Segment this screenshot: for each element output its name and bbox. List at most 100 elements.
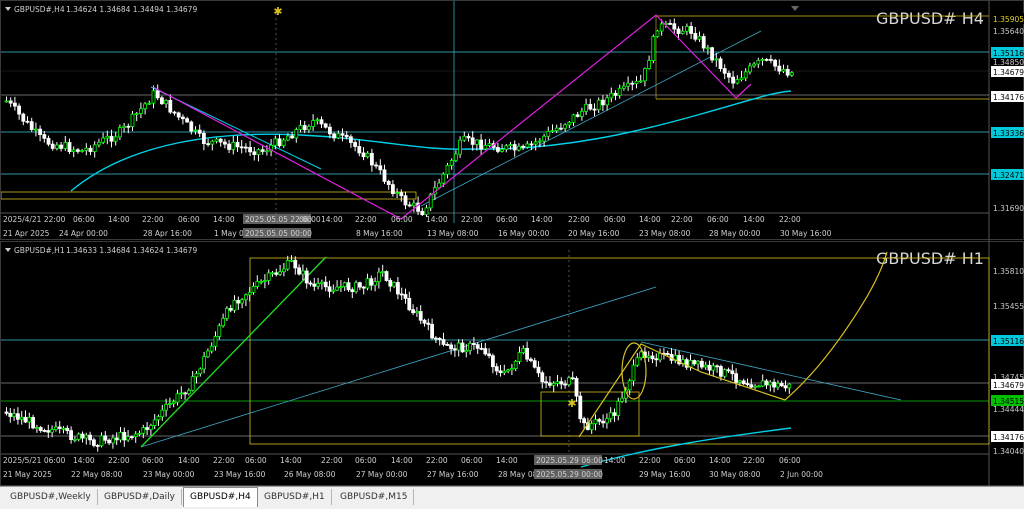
h4-candle: [256, 149, 261, 155]
tab-h1[interactable]: GBPUSD#,H1: [258, 489, 332, 505]
h4-candle: [378, 165, 383, 171]
h4-candle: [769, 59, 773, 61]
h1-candle: [498, 370, 503, 374]
h4-candle: [529, 143, 534, 146]
h1-candle: [346, 282, 351, 291]
h4-candle: [143, 103, 148, 110]
h1-candle: [141, 427, 146, 434]
h1-candle: [399, 293, 404, 296]
h1-candle: [205, 350, 210, 358]
h4-time-label-bottom: 21 Apr 2025: [3, 229, 50, 238]
h4-candle: [470, 137, 475, 145]
h4-time-label-top: 06:00: [73, 215, 95, 224]
h1-candle: [103, 435, 108, 441]
h1-candle: [167, 403, 172, 406]
h1-candle: [388, 280, 393, 287]
h1-candle: [129, 436, 134, 439]
h1-candle: [433, 337, 438, 340]
h4-candle: [168, 100, 173, 113]
h1-candle: [243, 294, 248, 301]
h1-time-label-bottom: 30 May 08:00: [709, 470, 761, 479]
h1-candle: [738, 380, 742, 383]
h1-candle: [509, 368, 514, 371]
h1-candle: [722, 369, 727, 377]
h1-candle: [319, 281, 324, 284]
h4-candle: [672, 23, 677, 30]
h1-candle: [221, 317, 226, 327]
h4-candle: [462, 135, 467, 141]
h1-candle: [308, 282, 313, 285]
h1-candle: [190, 376, 195, 391]
h1-candle: [783, 385, 788, 389]
h4-shift-marker-icon: [791, 6, 799, 11]
tab-weekly[interactable]: GBPUSD#,Weekly: [4, 489, 98, 505]
h1-candle: [84, 434, 89, 439]
h1-candle: [757, 385, 761, 388]
h4-candle: [281, 139, 286, 147]
h1-candle: [502, 370, 507, 374]
h1-chart-pane[interactable]: GBPUSD#,H1 1.34633 1.34684 1.34624 1.3467…: [0, 241, 1024, 487]
h1-candle: [27, 417, 32, 423]
h1-price-label: 1.34679: [993, 381, 1024, 390]
h1-time-label-top: 14:00: [709, 456, 731, 465]
h1-candle: [403, 294, 408, 299]
h4-candle: [4, 100, 9, 103]
h1-candle: [35, 427, 39, 429]
h4-chart-pane[interactable]: GBPUSD#,H4 1.34624 1.34684 1.34494 1.3467…: [0, 0, 1024, 241]
h1-candle: [42, 430, 47, 432]
h1-candle: [464, 350, 469, 353]
h4-candle: [399, 192, 404, 197]
h4-menu-icon: [5, 7, 11, 11]
h1-candle: [228, 308, 233, 311]
h1-candle: [285, 260, 290, 270]
tab-m15[interactable]: GBPUSD#,M15: [334, 489, 415, 505]
h4-candle: [445, 164, 450, 175]
h1-candle: [369, 278, 374, 286]
h1-time-label-bottom: 27 May 00:00: [356, 470, 408, 479]
h1-time-label-bottom: 21 May 2025: [3, 470, 52, 479]
h4-candle: [365, 152, 370, 158]
h4-candle: [390, 184, 395, 195]
h1-price-label: 1.35810: [993, 267, 1024, 276]
h4-chart-canvas[interactable]: GBPUSD#,H4 1.34624 1.34684 1.34494 1.3467…: [1, 1, 1024, 241]
h1-candle: [605, 418, 609, 424]
h4-candle: [554, 127, 559, 132]
h4-candle: [180, 116, 185, 120]
h1-candle: [608, 412, 613, 420]
h4-candle: [542, 135, 546, 142]
h1-candle: [764, 380, 769, 386]
h4-candle: [764, 58, 769, 61]
h4-candle: [260, 149, 265, 152]
h4-candle: [668, 22, 672, 25]
h1-chart-canvas[interactable]: GBPUSD#,H1 1.34633 1.34684 1.34624 1.3467…: [1, 242, 1024, 487]
h4-candle: [680, 30, 685, 34]
h4-candle: [634, 81, 639, 84]
h4-candle: [638, 80, 643, 83]
h4-candle: [382, 169, 387, 182]
h1-candle: [719, 366, 723, 377]
h4-candle: [231, 141, 236, 150]
h1-time-label-top: 22:00: [321, 456, 343, 465]
h1-time-label-top: 22:00: [639, 456, 661, 465]
h4-candle: [97, 141, 101, 146]
tab-h4[interactable]: GBPUSD#,H4: [183, 487, 258, 507]
h4-candle: [487, 143, 492, 146]
h1-candle: [411, 309, 416, 314]
tab-daily[interactable]: GBPUSD#,Daily: [98, 489, 182, 505]
h1-candle: [247, 291, 252, 296]
h1-candle: [597, 419, 602, 422]
h4-time-label-top: 22:00: [355, 215, 377, 224]
h1-candle: [445, 344, 450, 346]
h4-price-label: 1.31690: [993, 204, 1024, 213]
h4-candle: [138, 108, 143, 114]
h1-time-label-bottom: 26 May 08:00: [284, 470, 336, 479]
h4-candle: [101, 137, 105, 143]
h4-candle: [689, 26, 693, 34]
h1-candle: [350, 289, 355, 293]
h4-candle: [785, 69, 790, 76]
h1-candle: [513, 360, 518, 369]
h4-candle: [739, 77, 744, 81]
h4-price-label: 1.34850: [993, 58, 1024, 67]
h1-time-label-bottom: 2 Jun 00:00: [780, 470, 823, 479]
h4-candle: [559, 127, 563, 130]
